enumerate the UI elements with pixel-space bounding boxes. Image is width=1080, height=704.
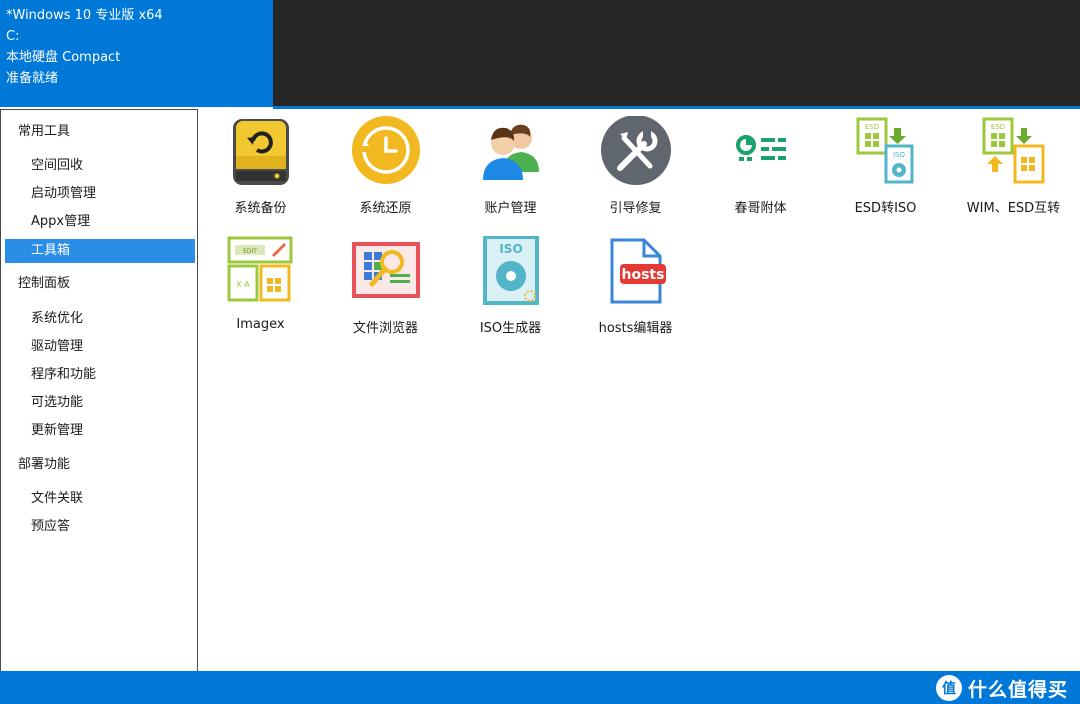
tool-wim-esd-convert[interactable]: ESD WIM、ESD互转 [951,116,1076,226]
iso-disc-icon: ISO [483,236,539,305]
settings-list-icon [736,135,786,161]
hosts-file-icon: hosts [610,238,666,304]
clock-restore-icon [352,116,420,184]
tool-label: 系统还原 [359,201,412,216]
tool-label: 账户管理 [484,201,537,216]
svg-text:EDIT: EDIT [243,248,257,255]
status-text: 准备就绪 [6,71,59,86]
tool-chunge-futi[interactable]: 春哥附体 [698,116,823,226]
sidebar-item-startup-manager[interactable]: 启动项管理 [31,184,96,204]
sidebar-item-driver-manager[interactable]: 驱动管理 [31,337,83,357]
sidebar-item-toolbox[interactable]: 工具箱 [5,239,195,263]
sidebar-section-deploy[interactable]: 部署功能 [18,455,70,475]
imagex-edit-icon: EDIT X·A [227,236,293,302]
sidebar-item-system-optimize[interactable]: 系统优化 [31,309,83,329]
tool-system-backup[interactable]: 系统备份 [198,116,323,226]
wim-esd-convert-icon: ESD [982,117,1045,184]
file-browser-search-icon [352,242,420,298]
status-info-panel: *Windows 10 专业版 x64 C: 本地硬盘 Compact 准备就绪 [0,0,273,107]
header-dark-area [273,0,1080,106]
tool-account-manager[interactable]: 账户管理 [448,116,573,226]
svg-text:ISO: ISO [499,242,522,256]
tool-label: 文件浏览器 [352,321,418,336]
sidebar: 常用工具 空间回收 启动项管理 Appx管理 工具箱 控制面板 系统优化 驱动管… [0,109,198,672]
wrench-screwdriver-icon [601,116,671,185]
watermark: 值 什么值得买 [935,675,1068,701]
status-bar: 值 什么值得买 [0,671,1080,704]
tool-label: hosts编辑器 [598,321,673,336]
svg-text:hosts: hosts [622,267,665,283]
tool-label: Imagex [236,317,285,332]
esd-to-iso-icon: ESD ISO [856,117,914,184]
sidebar-section-control-panel[interactable]: 控制面板 [18,274,70,294]
disk-type-text: 本地硬盘 Compact [6,50,121,65]
tool-boot-repair[interactable]: 引导修复 [573,116,698,226]
sidebar-section-common-tools[interactable]: 常用工具 [18,122,70,142]
tool-file-browser[interactable]: 文件浏览器 [323,236,448,346]
tool-label: 引导修复 [609,201,662,216]
sidebar-item-programs-features[interactable]: 程序和功能 [31,365,96,385]
tool-hosts-editor[interactable]: hosts hosts编辑器 [573,236,698,346]
tool-system-restore[interactable]: 系统还原 [323,116,448,226]
svg-text:ESD: ESD [991,123,1005,131]
drive-letter-text: C: [6,29,20,44]
tool-label: 系统备份 [234,201,287,216]
svg-text:ESD: ESD [865,123,879,131]
sidebar-item-space-reclaim[interactable]: 空间回收 [31,156,83,176]
tool-esd-to-iso[interactable]: ESD ISO ESD转ISO [823,116,948,226]
tool-iso-generator[interactable]: ISO ISO生成器 [448,236,573,346]
sidebar-item-appx-manager[interactable]: Appx管理 [31,212,90,232]
watermark-badge: 值 [935,675,962,701]
users-icon [483,124,539,180]
svg-text:ISO: ISO [893,151,906,159]
sidebar-item-unattend[interactable]: 预应答 [31,517,70,537]
tool-label: ISO生成器 [479,321,542,336]
watermark-text: 什么值得买 [967,678,1068,701]
svg-text:X·A: X·A [236,280,250,289]
tool-imagex[interactable]: EDIT X·A Imagex [198,236,323,346]
header-divider [273,106,1080,109]
drive-backup-icon [233,119,289,185]
sidebar-item-optional-features[interactable]: 可选功能 [31,393,83,413]
tool-label: ESD转ISO [854,201,917,216]
tool-label: 春哥附体 [734,201,787,216]
sidebar-item-file-association[interactable]: 文件关联 [31,489,83,509]
tool-label: WIM、ESD互转 [966,201,1061,216]
os-edition-text: *Windows 10 专业版 x64 [6,8,163,23]
sidebar-item-update-manager[interactable]: 更新管理 [31,421,83,441]
